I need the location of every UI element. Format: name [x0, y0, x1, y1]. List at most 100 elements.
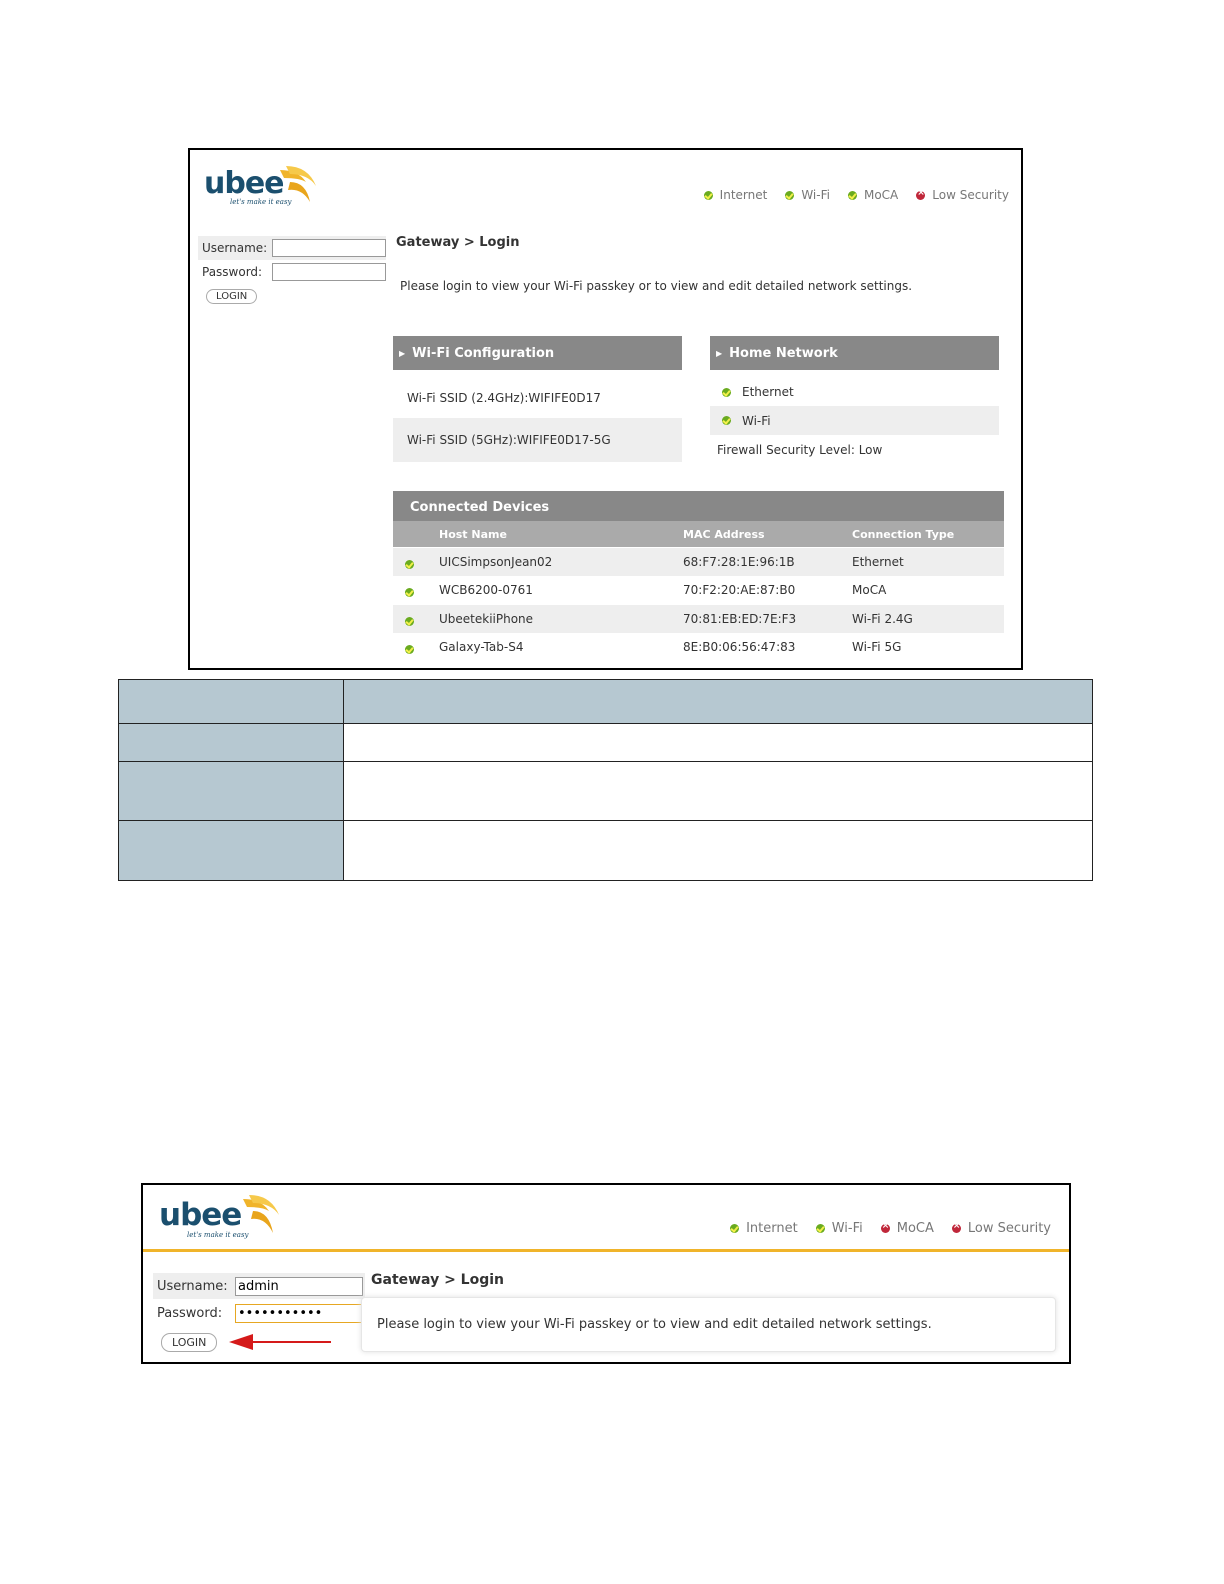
connected-devices-header: Connected Devices [393, 491, 1004, 521]
device-row: UbeetekiiPhone 70:81:EB:ED:7E:F3 Wi-Fi 2… [393, 605, 1004, 633]
device-mac: 70:F2:20:AE:87:B0 [683, 583, 796, 597]
device-row: WCB6200-0761 70:F2:20:AE:87:B0 MoCA [393, 576, 1004, 605]
login-form: Username: Password: LOGIN [198, 236, 386, 304]
network-item-label: Ethernet [742, 385, 794, 399]
status-ok-icon [847, 190, 857, 200]
expand-arrow-icon: ▶ [716, 348, 723, 358]
device-row: UICSimpsonJean02 68:F7:28:1E:96:1B Ether… [393, 548, 1004, 576]
status-bar: Internet Wi-Fi MoCA Low Security [686, 188, 1009, 202]
status-ok-icon [785, 190, 795, 200]
wifi-config-header[interactable]: ▶ Wi-Fi Configuration [393, 336, 682, 370]
firewall-text: Firewall Security Level: Low [717, 443, 883, 457]
home-network-ethernet: Ethernet [710, 378, 999, 406]
home-network-header[interactable]: ▶ Home Network [710, 336, 999, 370]
table-value-cell [343, 723, 1093, 762]
table-label-cell [118, 761, 344, 821]
username-input[interactable] [272, 239, 386, 257]
intro-text: Please login to view your Wi-Fi passkey … [400, 279, 913, 293]
status-moca: MoCA [847, 188, 899, 202]
status-ok-icon [815, 1224, 825, 1233]
description-table [118, 679, 1093, 881]
panel-title: Home Network [729, 345, 838, 361]
network-item-label: Wi-Fi [742, 413, 771, 428]
device-row: Galaxy-Tab-S4 8E:B0:06:56:47:83 Wi-Fi 5G [393, 633, 1004, 662]
password-row: Password: [153, 1299, 365, 1327]
col-host-name: Host Name [439, 528, 507, 541]
status-error-icon [880, 1221, 890, 1233]
breadcrumb: Gateway > Login [396, 235, 520, 250]
table-label-cell [118, 723, 344, 762]
status-internet: Internet [703, 188, 768, 202]
status-label: Internet [746, 1221, 798, 1236]
logo-wordmark: ubee [204, 166, 285, 201]
expand-arrow-icon: ▶ [399, 348, 406, 358]
status-error-icon [916, 188, 926, 200]
table-row [118, 761, 1093, 821]
login-button[interactable]: LOGIN [206, 289, 258, 304]
ssid-text: Wi-Fi SSID (2.4GHz):WIFIFE0D17 [407, 391, 601, 405]
col-connection-type: Connection Type [852, 528, 955, 541]
table-value-cell [343, 820, 1093, 881]
devices-title: Connected Devices [410, 500, 550, 515]
status-internet: Internet [730, 1221, 798, 1236]
header-divider [143, 1249, 1069, 1252]
status-label: Wi-Fi [801, 188, 830, 202]
status-wifi: Wi-Fi [785, 188, 830, 202]
status-security: Low Security [916, 188, 1009, 202]
panel-title: Wi-Fi Configuration [412, 345, 555, 361]
logo-wordmark: ubee [159, 1197, 242, 1233]
ubee-logo: ubee let's make it easy [159, 1193, 283, 1241]
status-ok-icon [405, 645, 414, 654]
status-security: Low Security [951, 1221, 1051, 1236]
password-row: Password: [198, 260, 386, 284]
device-mac: 68:F7:28:1E:96:1B [683, 555, 795, 569]
username-label: Username: [202, 241, 268, 255]
password-label: Password: [202, 265, 263, 279]
device-host: UICSimpsonJean02 [439, 555, 553, 569]
gateway-login-filled-screenshot: ubee let's make it easy Internet Wi-Fi M… [141, 1183, 1071, 1364]
home-network-wifi: Wi-Fi [710, 406, 999, 435]
status-ok-icon [730, 1224, 740, 1233]
status-ok-icon [405, 617, 414, 626]
devices-column-headers: Host Name MAC Address Connection Type [393, 521, 1004, 547]
col-mac-address: MAC Address [683, 528, 765, 541]
device-type: MoCA [852, 583, 887, 597]
status-label: Low Security [967, 1221, 1051, 1236]
wifi-ssid-5: Wi-Fi SSID (5GHz):WIFIFE0D17-5G [393, 418, 682, 462]
table-header-row [118, 679, 1093, 724]
status-ok-icon [722, 387, 731, 397]
username-input[interactable] [235, 1276, 363, 1296]
table-value-cell [343, 761, 1093, 821]
device-type: Wi-Fi 2.4G [852, 612, 913, 626]
device-host: WCB6200-0761 [439, 583, 533, 597]
status-error-icon [951, 1221, 961, 1233]
status-label: MoCA [863, 188, 899, 202]
password-input[interactable] [235, 1303, 363, 1323]
logo-tagline: let's make it easy [187, 1231, 249, 1239]
status-wifi: Wi-Fi [815, 1221, 863, 1236]
username-row: Username: [198, 236, 386, 260]
password-input[interactable] [272, 263, 386, 281]
table-label-cell [118, 820, 344, 881]
status-label: Low Security [932, 188, 1009, 202]
status-ok-icon [405, 588, 414, 597]
username-label: Username: [157, 1278, 228, 1294]
login-button[interactable]: LOGIN [161, 1333, 218, 1352]
status-moca: MoCA [880, 1221, 934, 1236]
status-ok-icon [722, 416, 731, 425]
device-mac: 70:81:EB:ED:7E:F3 [683, 612, 797, 626]
table-row [118, 723, 1093, 762]
gateway-login-screenshot: ubee let's make it easy Internet Wi-Fi M… [188, 148, 1023, 670]
username-row: Username: [153, 1273, 365, 1299]
status-label: Internet [719, 188, 768, 202]
password-label: Password: [157, 1305, 223, 1321]
intro-text: Please login to view your Wi-Fi passkey … [377, 1317, 932, 1332]
red-arrow-shaft [249, 1341, 331, 1343]
breadcrumb: Gateway > Login [371, 1272, 505, 1288]
ubee-logo: ubee let's make it easy [204, 164, 316, 210]
table-header-cell [343, 679, 1093, 724]
device-mac: 8E:B0:06:56:47:83 [683, 640, 796, 654]
device-host: UbeetekiiPhone [439, 612, 534, 626]
device-type: Wi-Fi 5G [852, 640, 902, 654]
status-ok-icon [703, 190, 713, 200]
